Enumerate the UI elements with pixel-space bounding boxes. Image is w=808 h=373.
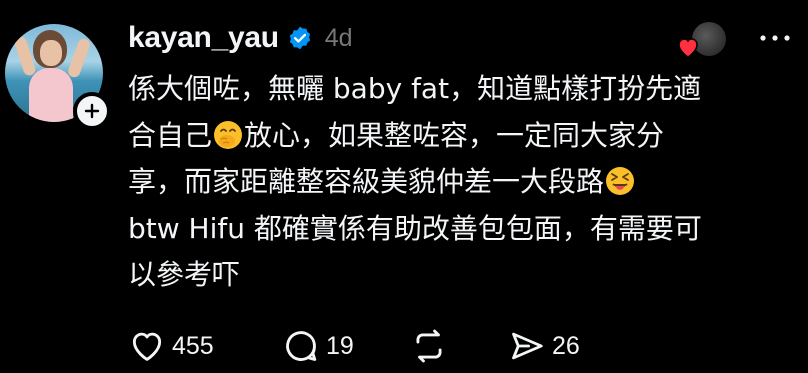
reply-count: 19	[326, 331, 354, 360]
face-with-hand-over-mouth-emoji	[214, 120, 243, 149]
share-icon	[512, 332, 543, 360]
post-line: 放心，如果整咗容，一定同大家分	[244, 118, 665, 152]
post-header: kayan_yau 4d	[128, 18, 353, 58]
follow-button[interactable]	[73, 92, 111, 130]
repost-button[interactable]	[410, 326, 448, 366]
heart-icon	[678, 38, 698, 58]
repost-icon	[416, 329, 442, 363]
post-line: 係大個咗，無曬 baby fat，知道點樣打扮先適	[128, 72, 702, 105]
more-icon[interactable]	[755, 28, 795, 48]
verified-badge-icon	[289, 26, 310, 50]
plus-icon	[84, 103, 100, 119]
post-line: btw Hifu 都確實係有助改善包包面，有需要可	[128, 211, 702, 245]
post-body: 係大個咗，無曬 baby fat，知道點樣打扮先適 合自己 放心，如果整咗容，一定…	[128, 66, 798, 299]
share-button[interactable]: 26	[508, 326, 580, 366]
share-count: 26	[552, 331, 580, 360]
squinting-face-with-tongue-emoji	[606, 167, 635, 195]
reply-button[interactable]: 19	[282, 326, 354, 366]
reply-icon	[286, 331, 317, 361]
post-line: 享，而家距離整容級美貌仲差一大段路	[128, 165, 605, 198]
timestamp: 4d	[324, 23, 353, 52]
post-line: 以參考吓	[128, 258, 241, 291]
post-line: 合自己	[128, 118, 213, 152]
liked-by-author	[674, 20, 728, 60]
avatar-container[interactable]	[5, 24, 111, 130]
like-count: 455	[172, 331, 214, 360]
username[interactable]: kayan_yau	[128, 23, 279, 53]
like-button[interactable]: 455	[128, 326, 214, 366]
like-icon	[132, 332, 162, 361]
